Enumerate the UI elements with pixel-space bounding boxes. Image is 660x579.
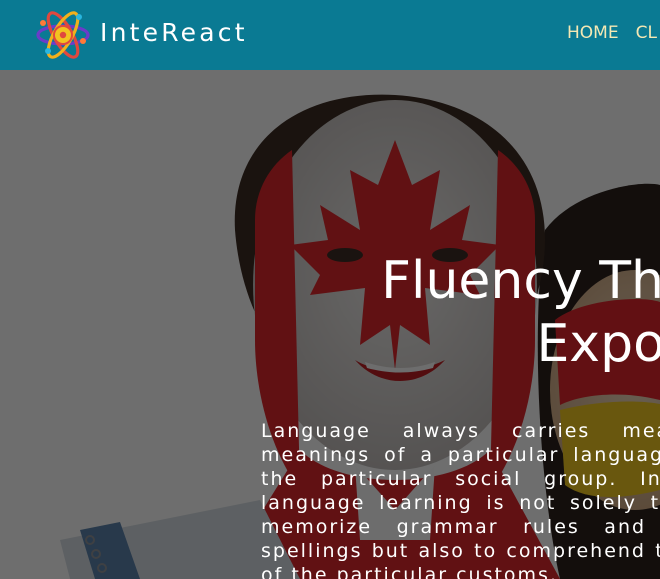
page: InteReact HOME CL Fluency Th Expo Langua… bbox=[0, 0, 660, 579]
brand-name[interactable]: InteReact bbox=[100, 18, 248, 47]
atom-logo-icon[interactable] bbox=[35, 11, 91, 59]
hero-title: Fluency Throug Expos bbox=[381, 250, 660, 376]
hero-paragraph: Language always carries meaning. The mea… bbox=[261, 420, 660, 579]
nav-item-cl[interactable]: CL bbox=[636, 23, 657, 43]
top-navbar: InteReact HOME CL bbox=[0, 0, 660, 70]
hero-section: Fluency Throug Expos Language always car… bbox=[0, 70, 660, 579]
main-nav: HOME CL bbox=[567, 23, 657, 43]
hero-title-line-2: Expos bbox=[536, 314, 660, 374]
hero-title-line-1: Fluency Throug bbox=[381, 251, 660, 311]
nav-item-home[interactable]: HOME bbox=[567, 23, 619, 43]
